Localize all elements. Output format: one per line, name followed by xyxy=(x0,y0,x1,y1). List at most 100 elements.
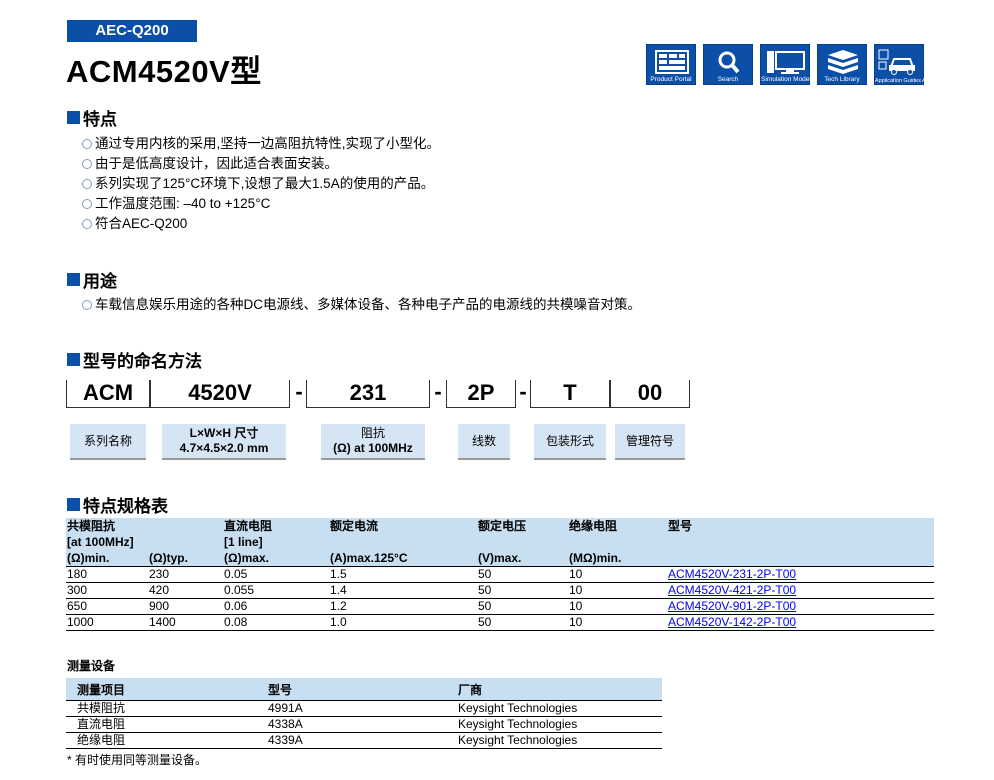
table-row: 1000 1400 0.08 1.0 50 10 ACM4520V-142-2P… xyxy=(66,614,934,631)
table-cell: 1400 xyxy=(148,614,223,631)
table-cell: 420 xyxy=(148,582,223,599)
table-cell: 0.06 xyxy=(223,598,329,615)
part-number-link[interactable]: ACM4520V-231-2P-T00 xyxy=(668,567,796,581)
table-cell: 180 xyxy=(66,566,148,583)
search-label: Search xyxy=(717,76,739,83)
feature-item: 通过专用内核的采用,坚持一边高阻抗特性,实现了小型化。 xyxy=(82,134,440,154)
part-number-link[interactable]: ACM4520V-142-2P-T00 xyxy=(668,615,796,629)
pn-separator: - xyxy=(434,379,442,404)
table-row: 直流电阻 4338A Keysight Technologies xyxy=(66,716,662,733)
pn-size-box: 4520V xyxy=(150,380,290,408)
spec-header-cell: (Ω)min. xyxy=(66,550,148,567)
table-cell: 300 xyxy=(66,582,148,599)
pn-packaging-box: T xyxy=(530,380,610,408)
table-cell: 4991A xyxy=(268,700,458,717)
pn-impedance-box: 231 xyxy=(306,380,430,408)
table-cell: 0.05 xyxy=(223,566,329,583)
measurement-heading: 测量设备 xyxy=(67,659,116,673)
spec-header-cell xyxy=(329,534,477,550)
pn-label-impedance: 阻抗 (Ω) at 100MHz xyxy=(321,424,425,460)
table-cell: ACM4520V-142-2P-T00 xyxy=(667,614,934,631)
circle-bullet-icon xyxy=(82,199,92,209)
spec-header-cell xyxy=(148,534,223,550)
pn-label-lines: 线数 xyxy=(458,424,510,460)
pn-separator: - xyxy=(519,379,527,404)
automotive-guide-icon xyxy=(878,49,915,75)
spec-header-cell: (Ω)max. xyxy=(223,550,329,567)
table-row: 300 420 0.055 1.4 50 10 ACM4520V-421-2P-… xyxy=(66,582,934,599)
table-cell: 1000 xyxy=(66,614,148,631)
table-row: 180 230 0.05 1.5 50 10 ACM4520V-231-2P-T… xyxy=(66,566,934,583)
square-bullet-icon xyxy=(67,273,80,286)
spec-header-cell: (A)max.125°C xyxy=(329,550,477,567)
feature-item: 系列实现了125°C环境下,设想了最大1.5A的使用的产品。 xyxy=(82,174,434,194)
table-cell: Keysight Technologies xyxy=(458,700,662,717)
spec-header-cell: (V)max. xyxy=(477,550,568,567)
part-number-heading: 型号的命名方法 xyxy=(67,347,202,372)
product-portal-icon xyxy=(655,50,689,74)
spec-header-cell: 额定电流 xyxy=(329,518,477,534)
table-cell: 共模阻抗 xyxy=(66,700,268,717)
table-cell: 1.5 xyxy=(329,566,477,583)
spec-header-cell xyxy=(667,550,934,567)
table-cell: Keysight Technologies xyxy=(458,732,662,749)
nav-toolbar: Product Portal Search Simulation Model T… xyxy=(646,44,950,85)
table-cell: 0.08 xyxy=(223,614,329,631)
search-button[interactable]: Search xyxy=(703,44,753,85)
spec-header-cell: 额定电压 xyxy=(477,518,568,534)
part-number-link[interactable]: ACM4520V-901-2P-T00 xyxy=(668,599,796,613)
table-cell: Keysight Technologies xyxy=(458,716,662,733)
feature-item: 由于是低高度设计，因此适合表面安装。 xyxy=(82,154,338,174)
pn-label-control: 管理符号 xyxy=(615,424,685,460)
measurement-table: 测量项目 型号 厂商 共模阻抗 4991A Keysight Technolog… xyxy=(66,678,662,749)
table-cell: 10 xyxy=(568,614,667,631)
table-row: 绝缘电阻 4339A Keysight Technologies xyxy=(66,732,662,749)
table-cell: 直流电阻 xyxy=(66,716,268,733)
circle-bullet-icon xyxy=(82,300,92,310)
product-portal-button[interactable]: Product Portal xyxy=(646,44,696,85)
table-cell: 230 xyxy=(148,566,223,583)
table-cell: 1.0 xyxy=(329,614,477,631)
tech-library-button[interactable]: Tech Library xyxy=(817,44,867,85)
pn-label-series: 系列名称 xyxy=(70,424,146,460)
table-cell: 650 xyxy=(66,598,148,615)
simulation-model-icon xyxy=(767,51,805,74)
spec-header-cell xyxy=(477,534,568,550)
spec-header-cell: 共模阻抗 xyxy=(66,518,148,534)
measurement-header-row: 测量项目 型号 厂商 xyxy=(66,678,662,701)
table-row: 650 900 0.06 1.2 50 10 ACM4520V-901-2P-T… xyxy=(66,598,934,615)
pn-label-packaging: 包装形式 xyxy=(534,424,606,460)
pn-separator: - xyxy=(295,379,303,404)
spec-header-cell: 型号 xyxy=(667,518,934,534)
tech-library-icon xyxy=(828,50,858,74)
measurement-header-cell: 测量项目 xyxy=(66,678,268,701)
part-number-link[interactable]: ACM4520V-421-2P-T00 xyxy=(668,583,796,597)
circle-bullet-icon xyxy=(82,159,92,169)
table-cell: ACM4520V-231-2P-T00 xyxy=(667,566,934,583)
spec-header-cell xyxy=(667,534,934,550)
feature-item: 符合AEC-Q200 xyxy=(82,214,187,234)
spec-header-cell xyxy=(148,518,223,534)
pn-lines-box: 2P xyxy=(446,380,516,408)
table-cell: 1.4 xyxy=(329,582,477,599)
tech-library-label: Tech Library xyxy=(824,76,860,83)
table-cell: 4338A xyxy=(268,716,458,733)
square-bullet-icon xyxy=(67,111,80,124)
circle-bullet-icon xyxy=(82,179,92,189)
table-cell: 900 xyxy=(148,598,223,615)
table-cell: 50 xyxy=(477,598,568,615)
table-cell: 绝缘电阻 xyxy=(66,732,268,749)
table-cell: 0.055 xyxy=(223,582,329,599)
table-cell: 10 xyxy=(568,598,667,615)
spec-header-cell: (MΩ)min. xyxy=(568,550,667,567)
table-row: 共模阻抗 4991A Keysight Technologies xyxy=(66,700,662,717)
footnote: * 有时使用同等测量设备。 xyxy=(67,753,208,767)
page-title: ACM4520V型 xyxy=(66,54,262,89)
spec-header-row: 共模阻抗 直流电阻 额定电流 额定电压 绝缘电阻 型号 xyxy=(66,518,934,534)
automotive-guide-button[interactable]: Application Guides Automotive xyxy=(874,44,950,85)
measurement-header-cell: 厂商 xyxy=(458,678,662,701)
simulation-model-button[interactable]: Simulation Model xyxy=(760,44,811,85)
spec-header-cell: [1 line] xyxy=(223,534,329,550)
aec-q200-badge: AEC-Q200 xyxy=(67,20,197,42)
square-bullet-icon xyxy=(67,353,80,366)
